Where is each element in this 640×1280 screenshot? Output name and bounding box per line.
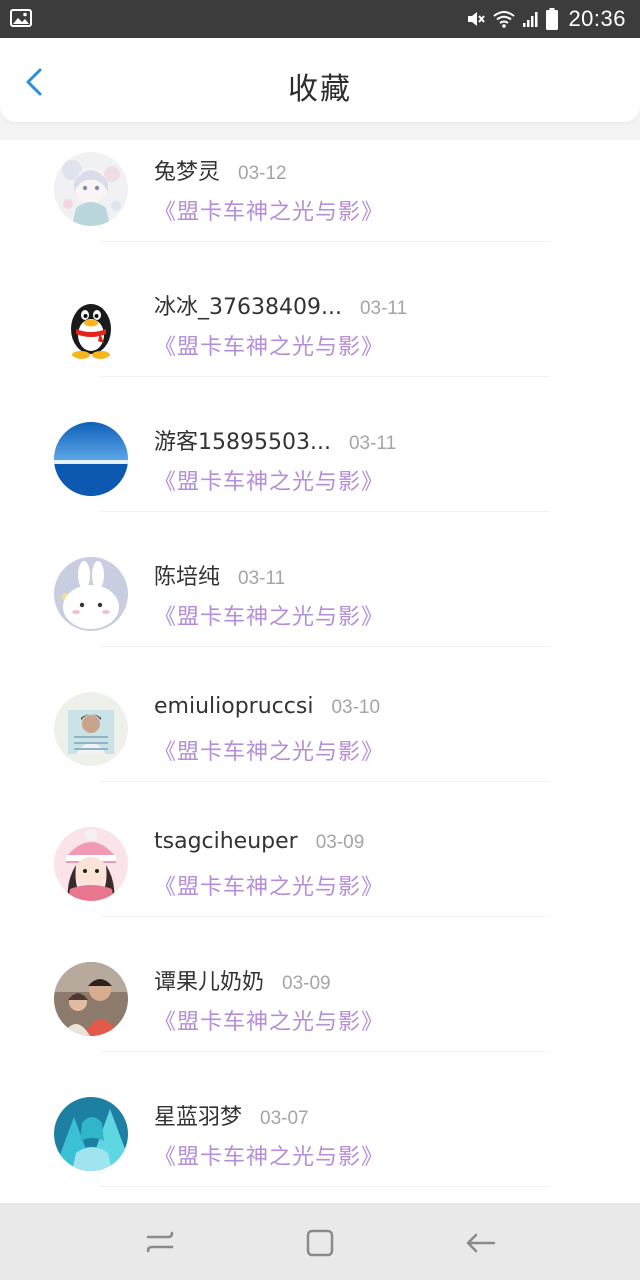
avatar[interactable] bbox=[54, 557, 128, 631]
list-item[interactable]: 星蓝羽梦 03-07 《盟卡车神之光与影》 bbox=[0, 1085, 640, 1203]
book-title-link[interactable]: 《盟卡车神之光与影》 bbox=[154, 734, 384, 766]
list-item[interactable]: 兔梦灵 03-12 《盟卡车神之光与影》 bbox=[0, 140, 640, 275]
favorite-date: 03-09 bbox=[282, 973, 331, 994]
divider bbox=[100, 646, 550, 647]
status-time: 20:36 bbox=[568, 6, 626, 31]
book-title-link[interactable]: 《盟卡车神之光与影》 bbox=[154, 194, 384, 226]
book-title-link[interactable]: 《盟卡车神之光与影》 bbox=[154, 869, 384, 901]
divider bbox=[100, 511, 550, 512]
favorite-date: 03-07 bbox=[260, 1108, 309, 1129]
user-name: 谭果儿奶奶 bbox=[154, 970, 265, 995]
divider bbox=[100, 781, 550, 782]
favorite-date: 03-11 bbox=[348, 433, 397, 454]
system-nav-bar bbox=[0, 1203, 640, 1280]
user-name: 星蓝羽梦 bbox=[154, 1105, 243, 1130]
favorite-date: 03-10 bbox=[331, 697, 381, 718]
list-item[interactable]: 谭果儿奶奶 03-09 《盟卡车神之光与影》 bbox=[0, 950, 640, 1085]
user-name: tsagciheuper bbox=[154, 829, 298, 854]
favorite-date: 03-09 bbox=[315, 832, 365, 853]
divider bbox=[100, 241, 550, 242]
favorite-date: 03-11 bbox=[238, 568, 286, 589]
avatar[interactable] bbox=[54, 692, 128, 766]
avatar[interactable] bbox=[54, 827, 128, 901]
page-title: 收藏 bbox=[288, 72, 352, 107]
avatar[interactable] bbox=[54, 1097, 128, 1171]
divider bbox=[100, 916, 550, 917]
avatar[interactable] bbox=[54, 962, 128, 1036]
battery-icon bbox=[546, 8, 559, 30]
favorite-date: 03-11 bbox=[359, 298, 408, 319]
home-icon bbox=[306, 1229, 334, 1257]
favorite-date: 03-12 bbox=[238, 163, 287, 184]
divider bbox=[100, 1186, 550, 1187]
list-item[interactable]: 游客15895503... 03-11 《盟卡车神之光与影》 bbox=[0, 410, 640, 545]
home-button[interactable] bbox=[300, 1223, 340, 1263]
favorites-list: 兔梦灵 03-12 《盟卡车神之光与影》 冰冰_37638409... 03-1… bbox=[0, 140, 640, 1203]
book-title-link[interactable]: 《盟卡车神之光与影》 bbox=[154, 1139, 384, 1171]
user-name: 兔梦灵 bbox=[154, 160, 221, 185]
avatar[interactable] bbox=[54, 422, 128, 496]
header-bar: 收藏 bbox=[0, 38, 640, 122]
user-name: 冰冰_37638409... bbox=[154, 295, 342, 320]
user-name: emiuliopruccsi bbox=[154, 694, 314, 719]
book-title-link[interactable]: 《盟卡车神之光与影》 bbox=[154, 464, 384, 496]
mute-icon bbox=[468, 12, 486, 26]
list-item[interactable]: 冰冰_37638409... 03-11 《盟卡车神之光与影》 bbox=[0, 275, 640, 410]
user-name: 游客15895503... bbox=[154, 430, 331, 455]
avatar[interactable] bbox=[54, 152, 128, 226]
user-name: 陈培纯 bbox=[154, 565, 221, 590]
back-icon bbox=[466, 1233, 496, 1253]
divider bbox=[100, 1051, 550, 1052]
signal-icon bbox=[523, 12, 538, 27]
book-title-link[interactable]: 《盟卡车神之光与影》 bbox=[154, 329, 384, 361]
book-title-link[interactable]: 《盟卡车神之光与影》 bbox=[154, 1004, 384, 1036]
list-item[interactable]: tsagciheuper 03-09 《盟卡车神之光与影》 bbox=[0, 815, 640, 950]
recent-apps-icon bbox=[146, 1231, 174, 1253]
list-item[interactable]: 陈培纯 03-11 《盟卡车神之光与影》 bbox=[0, 545, 640, 680]
book-title-link[interactable]: 《盟卡车神之光与影》 bbox=[154, 599, 384, 631]
recent-apps-button[interactable] bbox=[140, 1223, 180, 1263]
wifi-icon bbox=[493, 11, 516, 28]
list-item[interactable]: emiuliopruccsi 03-10 《盟卡车神之光与影》 bbox=[0, 680, 640, 815]
divider bbox=[100, 376, 550, 377]
gallery-icon bbox=[10, 9, 32, 27]
status-bar: 20:36 bbox=[0, 0, 640, 38]
avatar[interactable] bbox=[54, 287, 128, 361]
system-back-button[interactable] bbox=[460, 1223, 500, 1263]
